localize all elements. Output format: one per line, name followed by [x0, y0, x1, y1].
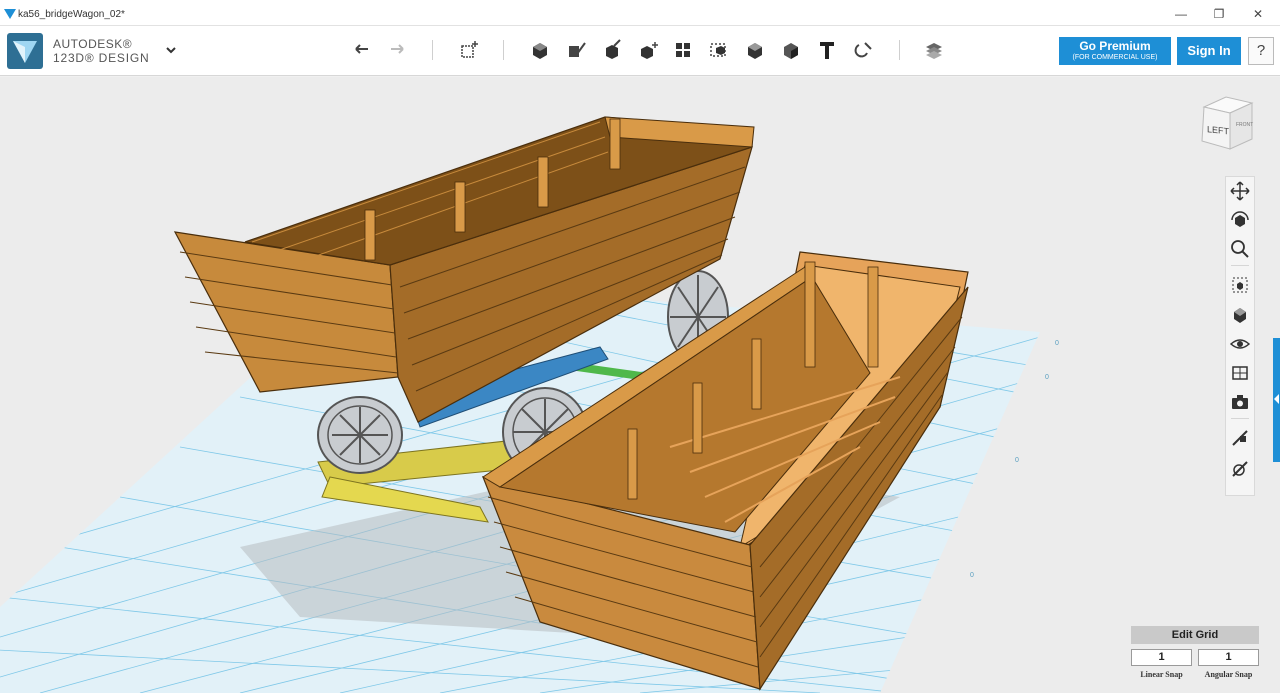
snap-button[interactable] [849, 37, 877, 63]
main-toolbar: AUTODESK® 123D® DESIGN Go Premium (FOR C… [0, 26, 1280, 76]
undo-button[interactable] [348, 37, 376, 63]
text-button[interactable] [813, 37, 841, 63]
angular-snap-input[interactable]: 1 [1198, 649, 1259, 666]
measure-icon [748, 43, 762, 59]
grid-tick: 0 [1055, 340, 1059, 347]
material-button[interactable] [920, 37, 948, 63]
grid-tick: 0 [970, 572, 974, 579]
minimize-button[interactable]: — [1169, 5, 1193, 23]
chevron-left-icon [1274, 394, 1279, 404]
window-title: ka56_bridgeWagon_02* [18, 9, 125, 20]
wheel-left-back [317, 396, 403, 474]
pan-button[interactable] [1228, 179, 1252, 203]
toolbar-separator [899, 40, 900, 60]
material-icon [926, 43, 942, 59]
snap-icon [854, 42, 872, 58]
view-cube-side-label: FRONT [1236, 122, 1253, 128]
grid-tick: 0 [1045, 374, 1049, 381]
snap-cube-icon [784, 43, 798, 59]
view-icon [1234, 308, 1246, 323]
camera-button[interactable] [1228, 390, 1252, 414]
close-button[interactable]: ✕ [1246, 5, 1270, 23]
modify-icon [606, 39, 621, 59]
zoom-button[interactable] [1228, 237, 1252, 261]
premium-label: Go Premium [1079, 39, 1151, 53]
restore-button[interactable]: ❐ [1207, 5, 1231, 23]
modify-button[interactable] [598, 37, 626, 63]
settings-button[interactable] [1228, 457, 1252, 481]
navigation-bar [1225, 176, 1255, 496]
zoom-icon [1231, 240, 1249, 258]
go-premium-button[interactable]: Go Premium (FOR COMMERCIAL USE) [1059, 37, 1171, 65]
material-view-button[interactable] [1228, 361, 1252, 385]
pattern-icon [641, 42, 658, 59]
sign-in-button[interactable]: Sign In [1177, 37, 1241, 65]
linear-snap-label: Linear Snap [1140, 670, 1183, 679]
brand-line-2: 123D® DESIGN [53, 51, 150, 65]
grouping-button[interactable] [669, 37, 697, 63]
snap-tool-icon [1232, 430, 1248, 446]
fit-button[interactable] [1228, 273, 1252, 297]
orbit-button[interactable] [1228, 208, 1252, 232]
linear-snap-input[interactable]: 1 [1131, 649, 1192, 666]
wagon-model-scene[interactable]: 0 0 0 0 [0, 77, 1280, 693]
visibility-icon [1229, 339, 1251, 349]
chevron-down-icon[interactable] [164, 43, 178, 57]
premium-sublabel: (FOR COMMERCIAL USE) [1072, 54, 1158, 61]
view-button[interactable] [1228, 303, 1252, 327]
settings-icon [1232, 461, 1248, 477]
primitives-button[interactable] [455, 37, 483, 63]
toolbar-separator [503, 40, 504, 60]
brand-line-1: AUTODESK® [53, 37, 133, 51]
3d-viewport[interactable]: 0 0 0 0 LEFT FRONT Edit Grid 1 1 Linear … [0, 77, 1280, 693]
sketch-button[interactable] [526, 37, 554, 63]
construct-button[interactable] [562, 37, 590, 63]
window-titlebar: ka56_bridgeWagon_02* — ❐ ✕ [0, 0, 1280, 26]
grid-tick: 0 [1015, 457, 1019, 464]
camera-icon [1232, 395, 1248, 409]
view-cube-icon: LEFT FRONT [1201, 96, 1254, 150]
fit-icon [1232, 277, 1248, 293]
sketch-icon [533, 43, 547, 59]
nav-separator [1231, 265, 1249, 266]
angular-snap-label: Angular Snap [1204, 670, 1253, 679]
measure-button[interactable] [741, 37, 769, 63]
combine-button[interactable] [705, 37, 733, 63]
redo-icon [391, 44, 404, 54]
app-menu-logo[interactable] [7, 33, 43, 69]
redo-button[interactable] [383, 37, 411, 63]
pan-icon [1230, 181, 1250, 201]
toolbar-separator [432, 40, 433, 60]
logo-icon [13, 41, 37, 63]
text-icon [820, 42, 834, 59]
view-cube[interactable]: LEFT FRONT [1196, 93, 1258, 155]
nav-separator [1231, 418, 1249, 419]
visibility-button[interactable] [1228, 332, 1252, 356]
undo-icon [355, 44, 368, 54]
app-logo-icon [4, 9, 16, 19]
edit-grid-button[interactable]: Edit Grid [1131, 626, 1259, 644]
material-view-icon [1232, 366, 1248, 380]
construct-icon [569, 42, 586, 57]
combine-icon [710, 43, 726, 57]
orbit-icon [1231, 211, 1249, 227]
primitives-icon [461, 41, 478, 58]
text-tool-button[interactable] [777, 37, 805, 63]
help-button[interactable]: ? [1248, 37, 1274, 65]
snap-tool-button[interactable] [1228, 426, 1252, 450]
grouping-icon [676, 43, 690, 57]
pattern-button[interactable] [634, 37, 662, 63]
